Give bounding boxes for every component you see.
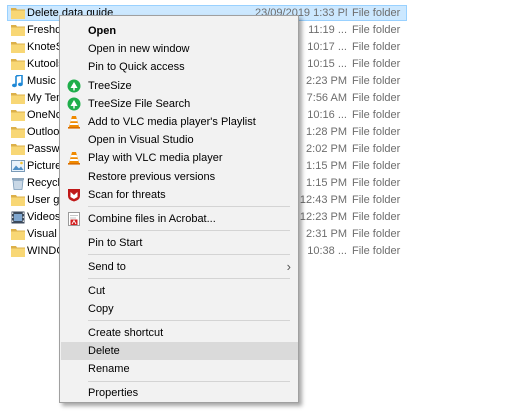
file-type: File folder bbox=[352, 143, 401, 155]
menu-item-treesize-file-search[interactable]: TreeSize File Search bbox=[61, 95, 298, 113]
menu-item-label: Cut bbox=[88, 284, 106, 297]
file-type: File folder bbox=[352, 75, 401, 87]
menu-item-combine-files-in-acrobat[interactable]: Combine files in Acrobat... bbox=[61, 210, 298, 228]
file-type: File folder bbox=[352, 177, 401, 189]
menu-item-label: Pin to Quick access bbox=[88, 61, 185, 74]
menu-item-open-in-new-window[interactable]: Open in new window bbox=[61, 40, 298, 58]
menu-separator bbox=[88, 206, 290, 207]
folder-icon bbox=[11, 143, 25, 155]
folder-icon bbox=[11, 109, 25, 121]
file-name[interactable]: User guides bbox=[27, 194, 61, 206]
menu-item-label: Play with VLC media player bbox=[88, 152, 223, 165]
file-name[interactable]: My Templates bbox=[27, 92, 61, 104]
file-name[interactable]: Pictures bbox=[27, 160, 61, 172]
treesize-search-icon bbox=[67, 97, 81, 111]
menu-item-label: Open in new window bbox=[88, 43, 190, 56]
menu-item-label: Open in Visual Studio bbox=[88, 134, 194, 147]
file-name[interactable]: Passwords bbox=[27, 143, 61, 155]
menu-item-copy[interactable]: Copy bbox=[61, 300, 298, 318]
folder-icon bbox=[11, 228, 25, 240]
folder-icon bbox=[11, 126, 25, 138]
file-name[interactable]: Music bbox=[27, 75, 61, 87]
menu-separator bbox=[88, 278, 290, 279]
menu-item-scan-for-threats[interactable]: Scan for threats bbox=[61, 186, 298, 204]
vlc-cone-icon bbox=[67, 151, 81, 165]
file-type: File folder bbox=[352, 24, 401, 36]
file-type: File folder bbox=[352, 160, 401, 172]
treesize-icon bbox=[67, 79, 81, 93]
menu-item-label: Restore previous versions bbox=[88, 170, 216, 183]
menu-item-send-to[interactable]: Send to › bbox=[61, 258, 298, 276]
file-name[interactable]: Outlook bbox=[27, 126, 61, 138]
menu-item-label: Open bbox=[88, 25, 117, 37]
context-menu: Open Open in new window Pin to Quick acces… bbox=[59, 15, 299, 403]
menu-item-label: Add to VLC media player's Playlist bbox=[88, 116, 256, 128]
menu-item-label: Rename bbox=[88, 363, 130, 376]
videos-icon bbox=[11, 211, 25, 224]
file-type: File folder bbox=[352, 58, 401, 70]
file-type: File folder bbox=[352, 109, 401, 121]
file-type: File folder bbox=[352, 211, 401, 223]
file-type: File folder bbox=[352, 194, 401, 206]
menu-item-treesize[interactable]: TreeSize bbox=[61, 77, 298, 95]
menu-item-restore-previous-versions[interactable]: Restore previous versions bbox=[61, 168, 298, 186]
menu-item-label: Combine files in Acrobat... bbox=[88, 212, 216, 225]
file-type: File folder bbox=[352, 245, 401, 257]
menu-item-properties[interactable]: Properties bbox=[61, 384, 298, 402]
menu-item-delete[interactable]: Delete bbox=[61, 342, 298, 361]
file-name[interactable]: OneNote bbox=[27, 109, 61, 121]
file-type: File folder bbox=[352, 126, 401, 138]
menu-item-label: Scan for threats bbox=[88, 188, 166, 201]
menu-item-label: Send to bbox=[88, 260, 126, 273]
menu-separator bbox=[88, 320, 290, 322]
folder-icon bbox=[11, 194, 25, 206]
menu-item-open-in-visual-studio[interactable]: Open in Visual Studio bbox=[61, 131, 298, 149]
menu-item-add-to-vlc-media-player-s-playlist[interactable]: Add to VLC media player's Playlist bbox=[61, 113, 298, 131]
file-type: File folder bbox=[352, 228, 401, 240]
file-name[interactable]: Videos bbox=[27, 211, 61, 223]
folder-icon bbox=[11, 58, 25, 70]
file-name[interactable]: Visual Studio bbox=[27, 228, 61, 240]
chevron-right-icon: › bbox=[286, 258, 291, 274]
acrobat-icon bbox=[67, 211, 81, 226]
file-name[interactable]: Freshdesk bbox=[27, 24, 61, 36]
mcafee-shield-icon bbox=[67, 188, 81, 202]
folder-icon bbox=[11, 245, 25, 257]
file-name[interactable]: WINDOWS bbox=[27, 245, 61, 257]
menu-item-label: TreeSize bbox=[88, 79, 132, 92]
music-note-icon bbox=[11, 74, 24, 88]
folder-icon bbox=[11, 92, 25, 104]
menu-item-label: Properties bbox=[88, 387, 139, 400]
file-type: File folder bbox=[352, 41, 401, 53]
menu-item-open[interactable]: Open bbox=[61, 22, 298, 40]
file-name[interactable]: KnoteStore bbox=[27, 41, 61, 53]
menu-item-label: Delete bbox=[88, 345, 120, 358]
menu-item-label: TreeSize File Search bbox=[88, 97, 191, 110]
menu-item-label: Copy bbox=[88, 303, 114, 315]
pictures-icon bbox=[11, 160, 25, 172]
file-type: File folder bbox=[352, 7, 401, 19]
menu-separator bbox=[88, 380, 290, 382]
folder-icon bbox=[11, 41, 25, 53]
menu-item-cut[interactable]: Cut bbox=[61, 282, 298, 300]
file-type: File folder bbox=[352, 92, 401, 104]
menu-item-label: Create shortcut bbox=[88, 327, 164, 339]
menu-item-create-shortcut[interactable]: Create shortcut bbox=[61, 324, 298, 342]
menu-item-pin-to-quick-access[interactable]: Pin to Quick access bbox=[61, 58, 298, 76]
menu-item-pin-to-start[interactable]: Pin to Start bbox=[61, 234, 298, 252]
file-name[interactable]: Kutools bbox=[27, 58, 61, 70]
menu-separator bbox=[88, 230, 290, 231]
menu-item-rename[interactable]: Rename bbox=[61, 360, 298, 378]
menu-separator bbox=[88, 254, 290, 255]
file-name[interactable]: Recycle Bin bbox=[27, 177, 61, 189]
folder-icon bbox=[11, 7, 25, 19]
recycle-bin-icon bbox=[11, 177, 24, 190]
folder-icon bbox=[11, 24, 25, 36]
vlc-cone-icon bbox=[67, 115, 81, 129]
menu-item-play-with-vlc-media-player[interactable]: Play with VLC media player bbox=[61, 149, 298, 167]
menu-item-label: Pin to Start bbox=[88, 236, 143, 249]
